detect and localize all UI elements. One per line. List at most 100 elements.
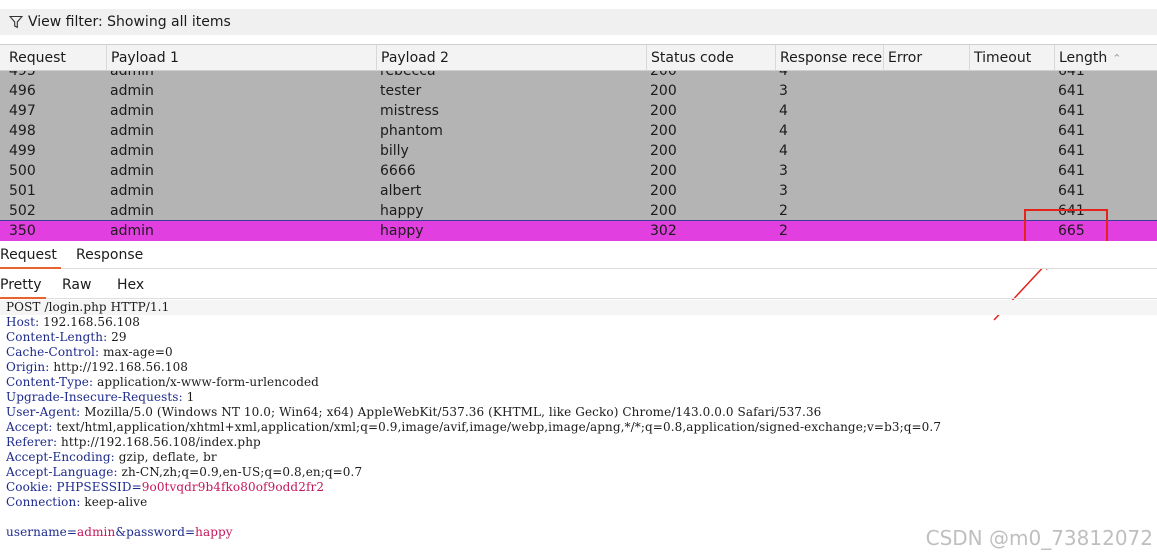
header-value: text/html,application/xhtml+xml,applicat…	[56, 420, 942, 434]
cell-payload-2: happy	[380, 223, 424, 239]
header-name: Accept	[6, 420, 49, 434]
header-line: Accept-Encoding: gzip, deflate, br	[6, 450, 217, 465]
cell-status-code: 200	[650, 163, 677, 179]
cell-payload-2: happy	[380, 203, 424, 219]
table-header: Request Payload 1 Payload 2 Status code …	[0, 45, 1157, 71]
header-name: Host	[6, 315, 36, 329]
cell-response-received: 2	[779, 223, 788, 239]
request-body: username=admin&password=happy	[6, 525, 233, 540]
header-line: User-Agent: Mozilla/5.0 (Windows NT 10.0…	[6, 405, 821, 420]
header-value: application/x-www-form-urlencoded	[97, 375, 319, 389]
header-separator: :	[110, 450, 119, 464]
cell-status-code: 302	[650, 223, 677, 239]
cell-payload-1: admin	[110, 163, 154, 179]
header-name: Cache-Control	[6, 345, 95, 359]
cell-request: 496	[9, 83, 36, 99]
cell-status-code: 200	[650, 123, 677, 139]
funnel-icon	[9, 15, 23, 29]
tab-response[interactable]: Response	[76, 241, 143, 269]
cell-response-received: 3	[779, 83, 788, 99]
header-line: Content-Length: 29	[6, 330, 127, 345]
header-value: keep-alive	[84, 495, 148, 509]
cell-response-received: 4	[779, 71, 788, 79]
cell-payload-2: rebecca	[380, 71, 436, 79]
header-value: gzip, deflate, br	[118, 450, 217, 464]
column-header-status-code[interactable]: Status code	[646, 45, 775, 71]
table-row[interactable]: 500 admin 6666 200 3 641	[0, 161, 1157, 181]
tab-request[interactable]: Request	[0, 241, 61, 269]
request-editor[interactable]: POST /login.php HTTP/1.1 Host: 192.168.5…	[0, 300, 1157, 558]
cell-status-code: 200	[650, 143, 677, 159]
request-line: POST /login.php HTTP/1.1	[0, 300, 1157, 315]
table-row-partial[interactable]: 495 admin rebecca 200 4 641	[0, 71, 1157, 81]
header-value: max-age=0	[103, 345, 173, 359]
cell-payload-1: admin	[110, 183, 154, 199]
cell-request: 495	[9, 71, 36, 79]
cell-payload-2: billy	[380, 143, 409, 159]
header-line: Cookie: PHPSESSID=9o0tvqdr9b4fko80of9odd…	[6, 480, 324, 495]
header-name: Origin	[6, 360, 46, 374]
cell-request: 501	[9, 183, 36, 199]
header-separator: :	[103, 330, 112, 344]
header-line: Cache-Control: max-age=0	[6, 345, 173, 360]
tab-pretty[interactable]: Pretty	[0, 271, 46, 299]
tab-raw[interactable]: Raw	[62, 271, 91, 299]
table-row[interactable]: 496 admin tester 200 3 641	[0, 81, 1157, 101]
view-filter-label: View filter: Showing all items	[28, 14, 231, 30]
column-header-payload-1[interactable]: Payload 1	[106, 45, 376, 71]
header-value: http://192.168.56.108	[53, 360, 189, 374]
column-header-response-received[interactable]: Response recei...	[775, 45, 883, 71]
header-value: 29	[111, 330, 127, 344]
header-line: Host: 192.168.56.108	[6, 315, 140, 330]
table-row[interactable]: 498 admin phantom 200 4 641	[0, 121, 1157, 141]
header-value: zh-CN,zh;q=0.9,en-US;q=0.8,en;q=0.7	[121, 465, 363, 479]
cell-response-received: 3	[779, 183, 788, 199]
view-mode-tabs: Pretty Raw Hex	[0, 271, 1157, 299]
table-row[interactable]: 499 admin billy 200 4 641	[0, 141, 1157, 161]
header-separator: :	[52, 435, 62, 449]
header-separator: :	[113, 465, 122, 479]
cell-request: 500	[9, 163, 36, 179]
cell-payload-1: admin	[110, 223, 154, 239]
header-name: Referer	[6, 435, 53, 449]
header-separator: :	[89, 375, 98, 389]
table-body: 495 admin rebecca 200 4 641 496 admin tester 200 3…	[0, 71, 1157, 241]
header-name: Content-Type	[6, 375, 90, 389]
cell-length: 641	[1058, 83, 1085, 99]
table-row-highlighted[interactable]: 350 admin happy 302 2 665	[0, 220, 1157, 241]
column-header-error[interactable]: Error	[883, 45, 969, 71]
cell-response-received: 2	[779, 203, 788, 219]
cell-request: 498	[9, 123, 36, 139]
cell-status-code: 200	[650, 203, 677, 219]
header-line: Upgrade-Insecure-Requests: 1	[6, 390, 194, 405]
cell-payload-1: admin	[110, 71, 154, 79]
cookie-key: PHPSESSID	[56, 480, 132, 494]
header-line: Accept: text/html,application/xhtml+xml,…	[6, 420, 941, 435]
table-row[interactable]: 497 admin mistress 200 4 641	[0, 101, 1157, 121]
cell-length: 641	[1058, 103, 1085, 119]
table-row[interactable]: 501 admin albert 200 3 641	[0, 181, 1157, 201]
column-header-request[interactable]: Request	[0, 45, 106, 71]
table-row[interactable]: 502 admin happy 200 2 641	[0, 201, 1157, 221]
cell-request: 502	[9, 203, 36, 219]
cell-request: 497	[9, 103, 36, 119]
cell-status-code: 200	[650, 183, 677, 199]
view-filter-bar[interactable]: View filter: Showing all items	[0, 9, 1157, 35]
body-param-value: happy	[195, 525, 233, 539]
header-line: Content-Type: application/x-www-form-url…	[6, 375, 319, 390]
column-header-payload-2[interactable]: Payload 2	[376, 45, 646, 71]
column-header-timeout[interactable]: Timeout	[969, 45, 1054, 71]
header-name: Accept-Encoding	[6, 450, 111, 464]
cell-length: 641	[1058, 123, 1085, 139]
results-table: Request Payload 1 Payload 2 Status code …	[0, 44, 1157, 241]
header-value: http://192.168.56.108/index.php	[61, 435, 261, 449]
tab-hex[interactable]: Hex	[117, 271, 144, 299]
cell-payload-1: admin	[110, 143, 154, 159]
cell-payload-1: admin	[110, 123, 154, 139]
cell-response-received: 3	[779, 163, 788, 179]
header-separator: :	[48, 480, 57, 494]
column-header-length[interactable]: Length ⌃	[1054, 45, 1157, 71]
header-name: Cookie	[6, 480, 49, 494]
header-value: Mozilla/5.0 (Windows NT 10.0; Win64; x64…	[84, 405, 822, 419]
header-line: Connection: keep-alive	[6, 495, 147, 510]
